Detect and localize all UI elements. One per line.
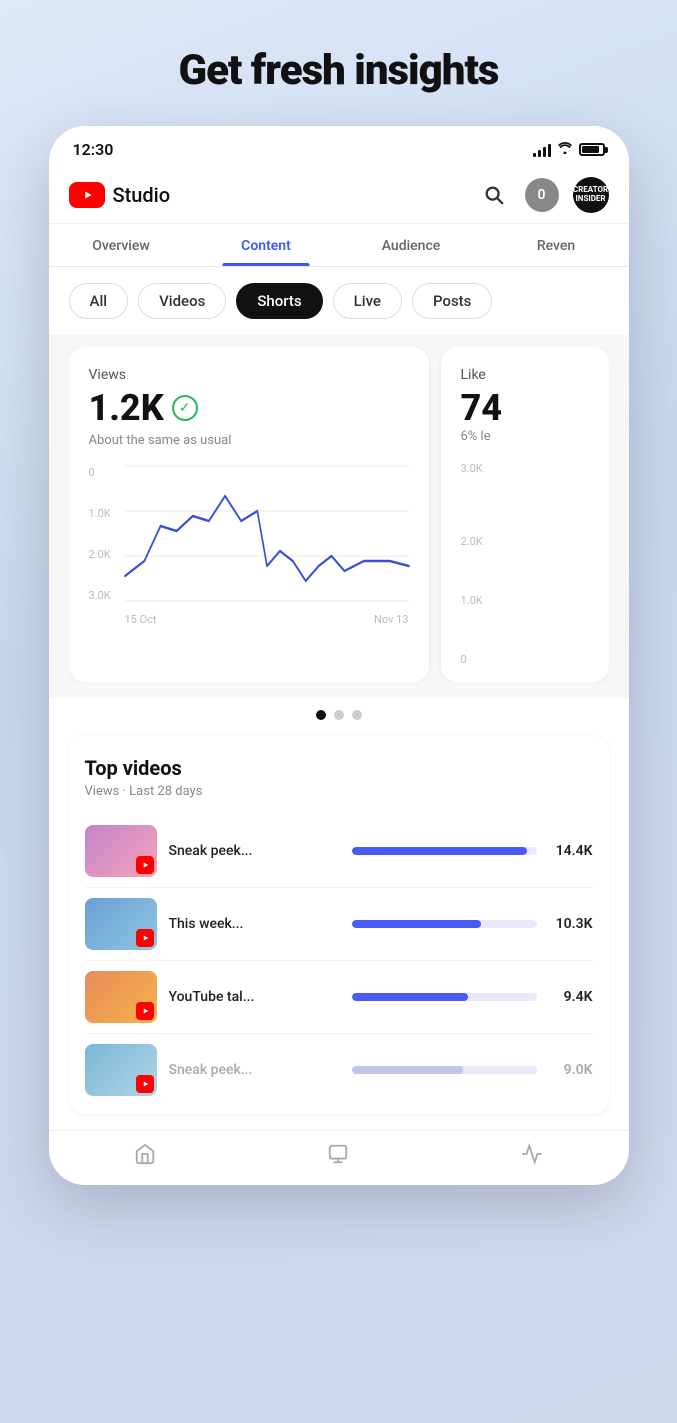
video-row[interactable]: Sneak peek... 9.0K [85, 1034, 593, 1106]
video-bar-fill-3 [352, 993, 468, 1001]
pill-live[interactable]: Live [333, 283, 402, 319]
content-icon [325, 1141, 351, 1167]
video-title-3: YouTube tal... [169, 989, 341, 1005]
status-icons [533, 141, 605, 158]
dot-3[interactable] [352, 710, 362, 720]
chart-area [125, 466, 409, 602]
avatar-button[interactable]: CREATORINSIDER [573, 177, 609, 213]
battery-icon [579, 143, 605, 156]
video-title-4: Sneak peek... [169, 1062, 341, 1078]
tabs-nav: Overview Content Audience Reven [49, 224, 629, 267]
views-chart: 3.0K 2.0K 1.0K 0 [89, 466, 409, 626]
video-bar-bg-1 [352, 847, 536, 855]
video-bar-fill-1 [352, 847, 527, 855]
home-icon [132, 1141, 158, 1167]
likes-card: Like 74 6% le 3.0K 2.0K 1.0K 0 [441, 347, 609, 682]
video-title-1: Sneak peek... [169, 843, 341, 859]
shorts-badge-4 [136, 1075, 154, 1093]
page-title: Get fresh insights [179, 48, 499, 94]
views-card: Views 1.2K ✓ About the same as usual 3.0… [69, 347, 429, 682]
video-count-4: 9.0K [547, 1062, 593, 1078]
video-bar-bg-4 [352, 1066, 536, 1074]
video-bar-wrap-1: 14.4K [352, 843, 592, 859]
search-button[interactable] [477, 178, 511, 212]
views-description: About the same as usual [89, 433, 409, 448]
bottom-nav-content[interactable] [325, 1141, 351, 1167]
filter-pills: All Videos Shorts Live Posts [49, 267, 629, 335]
dot-1[interactable] [316, 710, 326, 720]
yt-studio-label: Studio [113, 183, 171, 207]
video-info-1: Sneak peek... [169, 843, 341, 859]
top-videos-subtitle: Views · Last 28 days [85, 784, 593, 799]
pill-posts[interactable]: Posts [412, 283, 492, 319]
dots-indicator [49, 698, 629, 728]
top-videos-title: Top videos [85, 756, 593, 780]
video-info-3: YouTube tal... [169, 989, 341, 1005]
stats-area: Views 1.2K ✓ About the same as usual 3.0… [49, 335, 629, 698]
video-thumb-2 [85, 898, 157, 950]
pill-all[interactable]: All [69, 283, 129, 319]
video-row[interactable]: YouTube tal... 9.4K [85, 961, 593, 1034]
likes-value: 74 [461, 387, 589, 429]
status-time: 12:30 [73, 140, 114, 159]
app-header: Studio 0 CREATORINSIDER [49, 167, 629, 224]
avatar-label: CREATORINSIDER [573, 186, 608, 204]
video-row[interactable]: Sneak peek... 14.4K [85, 815, 593, 888]
status-bar: 12:30 [49, 126, 629, 167]
chart-x-labels: 15 Oct Nov 13 [125, 613, 409, 626]
bottom-nav-home[interactable] [132, 1141, 158, 1167]
pill-videos[interactable]: Videos [138, 283, 226, 319]
youtube-play-icon [69, 182, 105, 208]
bottom-nav-analytics[interactable] [519, 1141, 545, 1167]
video-count-3: 9.4K [547, 989, 593, 1005]
video-title-2: This week... [169, 916, 341, 932]
video-count-2: 10.3K [547, 916, 593, 932]
video-info-4: Sneak peek... [169, 1062, 341, 1078]
pill-shorts[interactable]: Shorts [236, 283, 322, 319]
views-label: Views [89, 367, 409, 383]
video-bar-wrap-4: 9.0K [352, 1062, 592, 1078]
video-info-2: This week... [169, 916, 341, 932]
analytics-icon [519, 1141, 545, 1167]
bottom-nav [49, 1130, 629, 1185]
video-row[interactable]: This week... 10.3K [85, 888, 593, 961]
video-bar-bg-3 [352, 993, 536, 1001]
video-bar-fill-4 [352, 1066, 463, 1074]
likes-description: 6% le [461, 429, 589, 444]
shorts-badge-2 [136, 929, 154, 947]
video-bar-bg-2 [352, 920, 536, 928]
header-actions: 0 CREATORINSIDER [477, 177, 609, 213]
video-bar-fill-2 [352, 920, 481, 928]
signal-icon [533, 143, 551, 157]
top-videos-card: Top videos Views · Last 28 days Sneak pe… [69, 736, 609, 1114]
yt-logo: Studio [69, 182, 171, 208]
dot-2[interactable] [334, 710, 344, 720]
views-value: 1.2K [89, 387, 164, 429]
wifi-icon [557, 141, 573, 158]
phone-shell: 12:30 St [49, 126, 629, 1185]
video-bar-wrap-3: 9.4K [352, 989, 592, 1005]
likes-label: Like [461, 367, 589, 383]
video-bar-wrap-2: 10.3K [352, 916, 592, 932]
tab-content[interactable]: Content [194, 224, 339, 266]
video-thumb-3 [85, 971, 157, 1023]
video-count-1: 14.4K [547, 843, 593, 859]
notification-button[interactable]: 0 [525, 178, 559, 212]
check-icon: ✓ [172, 395, 198, 421]
tab-audience[interactable]: Audience [339, 224, 484, 266]
views-value-row: 1.2K ✓ [89, 387, 409, 429]
video-thumb-1 [85, 825, 157, 877]
tab-revenue[interactable]: Reven [484, 224, 629, 266]
shorts-badge-3 [136, 1002, 154, 1020]
video-thumb-4 [85, 1044, 157, 1096]
shorts-badge-1 [136, 856, 154, 874]
tab-overview[interactable]: Overview [49, 224, 194, 266]
chart-y-labels: 3.0K 2.0K 1.0K 0 [89, 466, 111, 602]
